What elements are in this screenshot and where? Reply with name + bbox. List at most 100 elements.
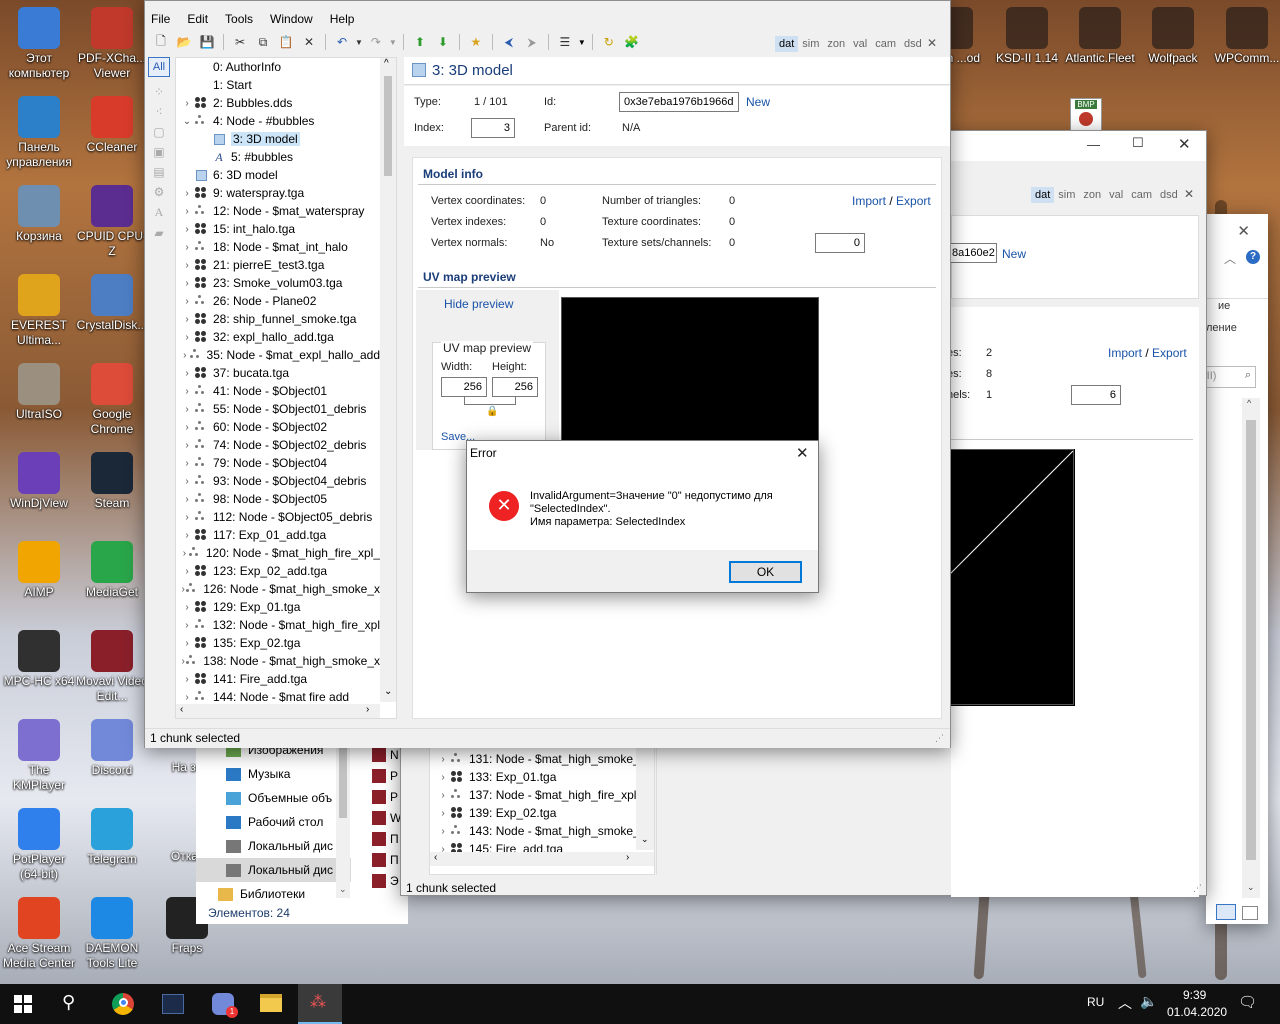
expand-chevron-icon[interactable]: › [180, 242, 194, 253]
desktop-shortcut[interactable]: UltraISO [2, 363, 76, 422]
uv-height-field[interactable]: 256 [492, 377, 538, 397]
back-tree-hscrollbar[interactable]: ‹ › [430, 852, 654, 866]
tree-item[interactable]: › 135: Exp_02.tga [180, 634, 380, 652]
tab-val[interactable]: val [1105, 187, 1127, 203]
view-details-icon[interactable] [1216, 904, 1236, 920]
export-link[interactable]: Export [896, 194, 931, 208]
tree-item[interactable]: › 98: Node - $Object05 [180, 490, 380, 508]
redo-dropdown-icon[interactable]: ▼ [389, 38, 397, 47]
back-export-link[interactable]: Export [1152, 346, 1187, 360]
volume-icon[interactable]: 🔈 [1140, 993, 1157, 1010]
menu-edit[interactable]: Edit [187, 12, 208, 26]
desktop-shortcut[interactable]: Telegram [75, 808, 149, 867]
expand-chevron-icon[interactable]: › [180, 566, 194, 577]
save-icon[interactable]: 💾 [197, 32, 217, 52]
start-icon[interactable] [14, 995, 32, 1013]
desktop-shortcut[interactable]: KSD-II 1.14 [990, 7, 1064, 66]
discord-taskbar-icon[interactable]: 1 [212, 993, 238, 1018]
new-id-link[interactable]: New [746, 95, 770, 109]
desktop-shortcut[interactable]: Панель управления [2, 96, 76, 170]
tree-item[interactable]: › 129: Exp_01.tga [180, 598, 380, 616]
tree-item[interactable]: › 26: Node - Plane02 [180, 292, 380, 310]
filter-nodes-icon[interactable]: ⁖ [155, 105, 162, 119]
tree-item[interactable]: › 133: Exp_01.tga [436, 768, 646, 786]
tree-item[interactable]: › 32: expl_hallo_add.tga [180, 328, 380, 346]
menu-help[interactable]: Help [330, 12, 355, 26]
expand-chevron-icon[interactable]: › [180, 404, 194, 415]
minimize-icon[interactable]: — [1087, 137, 1100, 152]
tree-item[interactable]: › 60: Node - $Object02 [180, 418, 380, 436]
desktop-shortcut[interactable]: MediaGet [75, 541, 149, 600]
explorer-nav-item[interactable]: Локальный дис [196, 834, 351, 858]
tree-item[interactable]: › 93: Node - $Object04_debris [180, 472, 380, 490]
settings-scrollbar[interactable]: ^ ⌄ [1242, 398, 1260, 898]
tree-vscrollbar[interactable]: ^ ⌄ [380, 58, 396, 702]
undo-dropdown-icon[interactable]: ▼ [355, 38, 363, 47]
expand-chevron-icon[interactable]: › [180, 548, 189, 559]
menu-tools[interactable]: Tools [225, 12, 253, 26]
tree-item[interactable]: 3: 3D model [180, 130, 380, 148]
tree-item[interactable]: › 74: Node - $Object02_debris [180, 436, 380, 454]
tree-hscrollbar[interactable]: ‹ › [176, 704, 380, 718]
tree-item[interactable]: › 18: Node - $mat_int_halo [180, 238, 380, 256]
filter-all-button[interactable]: All [148, 57, 170, 77]
lock-icon[interactable]: 🔒 [486, 406, 498, 417]
tab-zon[interactable]: zon [823, 36, 849, 52]
index-field[interactable]: 3 [471, 118, 515, 138]
close-icon[interactable]: ✕ [1237, 222, 1250, 240]
tab-dat[interactable]: dat [1031, 187, 1055, 203]
tree-item[interactable]: › 112: Node - $Object05_debris [180, 508, 380, 526]
close-icon[interactable]: ✕ [1178, 135, 1191, 153]
filter-material-icon[interactable]: ▰ [154, 226, 163, 240]
expand-chevron-icon[interactable]: › [180, 98, 194, 109]
close-tab-icon[interactable]: ✕ [1184, 187, 1194, 201]
explorer-file-row[interactable]: P [372, 786, 402, 807]
back-new-link[interactable]: New [1002, 247, 1026, 261]
expand-chevron-icon[interactable]: › [180, 386, 194, 397]
tree-item[interactable]: › 117: Exp_01_add.tga [180, 526, 380, 544]
hide-preview-link[interactable]: Hide preview [444, 297, 513, 311]
menu-window[interactable]: Window [270, 12, 313, 26]
desktop-shortcut[interactable]: Google Chrome [75, 363, 149, 437]
expand-chevron-icon[interactable]: › [180, 206, 194, 217]
tree-item[interactable]: › 123: Exp_02_add.tga [180, 562, 380, 580]
desktop-shortcut[interactable]: CrystalDisk... [75, 274, 149, 333]
tree-item[interactable]: › 120: Node - $mat_high_fire_xpl_ [180, 544, 380, 562]
expand-chevron-icon[interactable]: › [180, 296, 194, 307]
tree-item[interactable]: 1: Start [180, 76, 380, 94]
filter-doc-icon[interactable]: ▤ [153, 165, 164, 179]
explorer-nav-item[interactable]: Библиотеки [196, 882, 351, 906]
expand-chevron-icon[interactable]: › [180, 692, 194, 703]
expand-chevron-icon[interactable]: › [180, 494, 194, 505]
back-tree-scrollbar[interactable]: ⌄ [636, 742, 654, 850]
explorer-file-row[interactable]: P [372, 765, 402, 786]
tab-dsd[interactable]: dsd [900, 36, 926, 52]
close-tab-icon[interactable]: ✕ [927, 36, 937, 50]
tree-item[interactable]: 6: 3D model [180, 166, 380, 184]
tree-item[interactable]: › 143: Node - $mat_high_smoke_x [436, 822, 645, 840]
maximize-icon[interactable]: ☐ [1132, 135, 1144, 151]
expand-chevron-icon[interactable]: › [180, 476, 194, 487]
expand-chevron-icon[interactable]: › [180, 440, 194, 451]
refresh-icon[interactable]: ↻ [599, 32, 619, 52]
desktop-shortcut[interactable]: Discord [75, 719, 149, 778]
explorer-file-row[interactable]: П [372, 828, 402, 849]
back-import-link[interactable]: Import [1108, 346, 1142, 360]
desktop-shortcut[interactable]: DAEMON Tools Lite [75, 897, 149, 971]
delete-icon[interactable]: ✕ [299, 32, 319, 52]
explorer-file-row[interactable]: W [372, 807, 402, 828]
expand-chevron-icon[interactable]: › [180, 350, 190, 361]
tree-item[interactable]: › 9: waterspray.tga [180, 184, 380, 202]
explorer-nav-scrollbar[interactable]: ⌄ [336, 738, 350, 898]
plugin-icon[interactable]: 🧩 [622, 32, 642, 52]
editor-taskbar-button[interactable]: ⁂ [298, 984, 342, 1024]
undo-icon[interactable]: ↶ [332, 32, 352, 52]
uv-width-field[interactable]: 256 [441, 377, 487, 397]
explorer-nav-item[interactable]: Локальный дис [196, 858, 351, 882]
explorer-file-row[interactable]: П [372, 849, 402, 870]
view-tiles-icon[interactable] [1242, 906, 1258, 920]
tree-item[interactable]: › 2: Bubbles.dds [180, 94, 380, 112]
desktop-shortcut[interactable]: PotPlayer (64-bit) [2, 808, 76, 882]
explorer-file-row[interactable]: Э [372, 870, 402, 891]
desktop-shortcut[interactable]: AIMP [2, 541, 76, 600]
